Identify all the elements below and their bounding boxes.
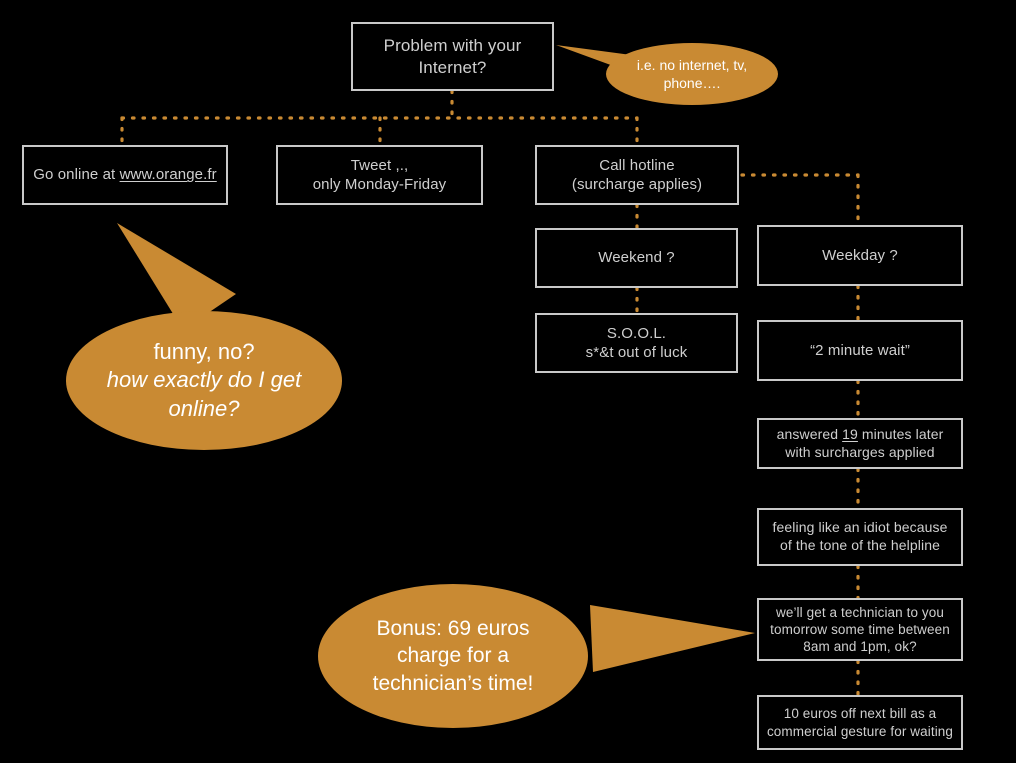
node-weekday-label: Weekday ? (822, 246, 898, 264)
node-feeling-like-idiot[interactable]: feeling like an idiot because of the ton… (757, 508, 963, 566)
node-call-hotline-label: Call hotline (surcharge applies) (571, 156, 703, 193)
node-tweet[interactable]: Tweet ,., only Monday-Friday (276, 145, 483, 205)
node-answered-19-minutes[interactable]: answered 19 minutes later with surcharge… (757, 418, 963, 469)
node-answered-prefix: answered (776, 425, 843, 442)
node-technician-appointment-label: we’ll get a technician to you tomorrow s… (770, 604, 950, 655)
node-problem-with-internet[interactable]: Problem with your Internet? (351, 22, 554, 91)
callout-bonus-charge[interactable]: Bonus: 69 euros charge for a technician’… (318, 584, 588, 728)
orange-fr-link[interactable]: www.orange.fr (120, 166, 217, 183)
node-weekend-label: Weekend ? (598, 249, 675, 267)
node-sool[interactable]: S.O.O.L. s*&t out of luck (535, 313, 738, 373)
node-weekend[interactable]: Weekend ? (535, 228, 738, 288)
callout-ie-examples[interactable]: i.e. no internet, tv, phone…. (606, 43, 778, 105)
flowchart-canvas: Problem with your Internet? Go online at… (0, 0, 1016, 763)
node-commercial-gesture[interactable]: 10 euros off next bill as a commercial g… (757, 695, 963, 750)
node-technician-appointment[interactable]: we’ll get a technician to you tomorrow s… (757, 598, 963, 661)
node-sool-label: S.O.O.L. s*&t out of luck (585, 324, 688, 361)
callout-ie-examples-label: i.e. no internet, tv, phone…. (636, 56, 748, 91)
bonus-bubble-tail (590, 605, 755, 672)
node-go-online-label: Go online at (33, 166, 120, 184)
node-feeling-like-idiot-label: feeling like an idiot because of the ton… (772, 519, 948, 553)
node-two-minute-wait[interactable]: “2 minute wait” (757, 320, 963, 381)
node-two-minute-wait-label: “2 minute wait” (810, 341, 910, 359)
node-go-online[interactable]: Go online at www.orange.fr (22, 145, 228, 205)
callout-funny-line1: funny, no? (153, 338, 255, 364)
callout-funny-line2: how exactly do I get (106, 367, 302, 393)
node-weekday[interactable]: Weekday ? (757, 225, 963, 286)
node-commercial-gesture-label: 10 euros off next bill as a commercial g… (766, 706, 954, 739)
callout-funny-line3: online? (168, 395, 240, 421)
node-call-hotline[interactable]: Call hotline (surcharge applies) (535, 145, 739, 205)
callout-funny-no[interactable]: funny, no? how exactly do I get online? (66, 311, 342, 450)
node-tweet-label: Tweet ,., only Monday-Friday (312, 156, 447, 193)
node-answered-emphasis: 19 (842, 425, 858, 442)
callout-bonus-charge-label: Bonus: 69 euros charge for a technician’… (372, 617, 534, 695)
node-problem-with-internet-label: Problem with your Internet? (383, 35, 522, 77)
